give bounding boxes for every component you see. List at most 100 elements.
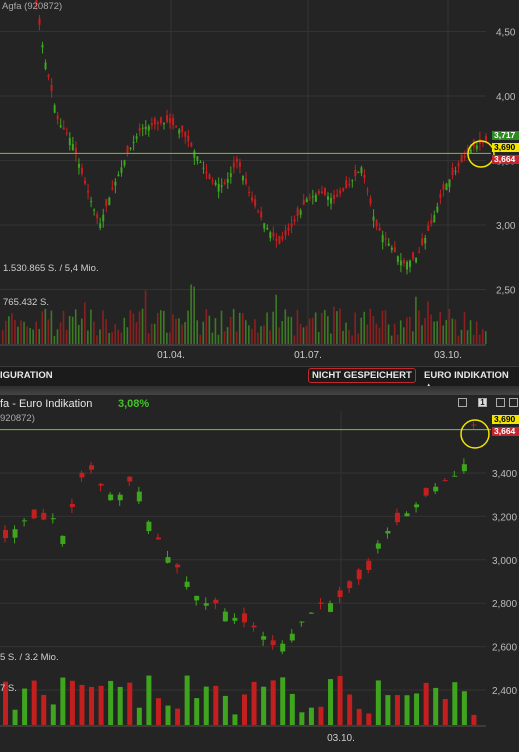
bottom-candle-body bbox=[41, 512, 47, 520]
pane-splitter[interactable] bbox=[0, 386, 519, 395]
top-volume-bar bbox=[159, 310, 162, 344]
bottom-volume-bar bbox=[261, 686, 267, 725]
top-candle-body bbox=[372, 216, 375, 221]
bottom-candle-body bbox=[222, 611, 228, 622]
top-volume-bar bbox=[369, 308, 372, 344]
top-volume-bar bbox=[402, 327, 405, 344]
bottom-volume-bar bbox=[280, 677, 286, 725]
top-volume-bar bbox=[351, 335, 353, 344]
top-volume-bar bbox=[308, 318, 311, 344]
top-volume-bar bbox=[77, 324, 80, 344]
top-volume-bar bbox=[269, 330, 271, 344]
top-chart-panel[interactable]: 5,004,504,003,503,002,5001.04.01.07.03.1… bbox=[0, 0, 519, 366]
bottom-candle-body bbox=[452, 475, 458, 477]
top-candle-body bbox=[211, 180, 214, 182]
top-volume-bar bbox=[138, 311, 141, 344]
bottom-candle-body bbox=[423, 488, 429, 496]
top-candle-body bbox=[205, 171, 208, 174]
top-candle-body bbox=[311, 196, 314, 198]
bottom-candle-body bbox=[79, 472, 85, 478]
bottom-candle-body bbox=[146, 521, 152, 532]
top-candlestick-chart[interactable]: 5,004,504,003,503,002,5001.04.01.07.03.1… bbox=[0, 0, 519, 366]
top-volume-bar bbox=[363, 311, 366, 344]
top-volume-bar bbox=[32, 329, 34, 344]
top-candle-body bbox=[251, 197, 254, 201]
top-volume-bar bbox=[150, 323, 153, 344]
top-candle-body bbox=[108, 197, 111, 205]
close-icon[interactable] bbox=[509, 398, 518, 407]
top-volume-bar bbox=[260, 326, 262, 344]
top-candle-body bbox=[178, 129, 181, 134]
top-candle-body bbox=[424, 237, 427, 244]
top-candle-body bbox=[284, 230, 287, 236]
top-volume-bar bbox=[59, 322, 62, 344]
bottom-chart-panel[interactable]: 3,400 3,200 3,000 2,800 2,600 2,400 03.10. 920… bbox=[0, 411, 519, 752]
top-volume-bar bbox=[345, 322, 347, 344]
top-candle-body bbox=[320, 191, 323, 194]
bottom-volume-bar bbox=[136, 707, 142, 725]
top-candle-body bbox=[272, 232, 275, 237]
bottom-volume-bar bbox=[385, 695, 391, 725]
top-candle-body bbox=[71, 143, 74, 151]
top-volume-bar bbox=[235, 331, 238, 344]
top-candle-body bbox=[190, 142, 193, 147]
bottom-y-tick-label: 2,400 bbox=[492, 686, 517, 697]
bottom-candle-body bbox=[60, 535, 66, 545]
top-highlight-circle bbox=[467, 140, 495, 168]
window-number-button[interactable]: 1 bbox=[478, 398, 487, 407]
top-candle-body bbox=[293, 219, 296, 222]
minimize-icon[interactable] bbox=[458, 398, 467, 407]
bottom-candle-body bbox=[165, 557, 171, 563]
top-candle-body bbox=[147, 126, 150, 131]
top-candle-body bbox=[235, 158, 238, 162]
top-candle-body bbox=[217, 183, 220, 192]
top-candle-body bbox=[111, 187, 114, 190]
top-candle-body bbox=[308, 197, 311, 199]
top-candle-body bbox=[445, 183, 448, 191]
top-volume-bar bbox=[281, 321, 284, 344]
top-candle-body bbox=[99, 223, 102, 228]
bottom-change-percent: 3,08% bbox=[118, 398, 150, 410]
bottom-candlestick-chart[interactable]: 3,400 3,200 3,000 2,800 2,600 2,400 03.10. bbox=[0, 411, 519, 752]
top-volume-bar bbox=[84, 302, 86, 344]
top-volume-bar bbox=[357, 333, 359, 344]
top-volume-bar bbox=[147, 333, 150, 344]
bottom-volume-bar bbox=[299, 712, 305, 725]
top-volume-bar bbox=[478, 334, 481, 344]
bottom-candle-body bbox=[69, 503, 75, 508]
bottom-volume-bar bbox=[471, 714, 477, 725]
top-volume-bar bbox=[2, 330, 4, 344]
top-volume-bar bbox=[257, 332, 259, 344]
top-price-label-last: 3,690 bbox=[492, 143, 519, 152]
top-volume-bar bbox=[126, 327, 129, 344]
configuration-menu[interactable]: IGURATION bbox=[0, 370, 53, 381]
top-candle-body bbox=[169, 118, 172, 123]
top-candle-body bbox=[275, 238, 278, 241]
maximize-icon[interactable] bbox=[496, 398, 505, 407]
bottom-candle-body bbox=[98, 483, 104, 486]
top-volume-bar bbox=[399, 320, 402, 344]
top-volume-bar bbox=[342, 330, 344, 344]
bottom-candle-body bbox=[31, 509, 37, 519]
top-volume-bar bbox=[448, 308, 451, 344]
bottom-volume-bar bbox=[394, 695, 400, 725]
top-volume-bar bbox=[166, 332, 168, 344]
top-volume-bar bbox=[156, 312, 159, 344]
top-candle-body bbox=[196, 156, 199, 161]
top-candle-body bbox=[77, 163, 80, 168]
top-volume-bar bbox=[29, 328, 31, 344]
bottom-candle-body bbox=[433, 486, 439, 492]
top-candle-body bbox=[96, 214, 99, 219]
top-candle-body bbox=[342, 188, 345, 191]
top-volume-bar bbox=[375, 323, 378, 344]
top-volume-bar bbox=[336, 311, 338, 344]
top-volume-bar bbox=[190, 284, 192, 344]
not-saved-button[interactable]: NICHT GESPEICHERT bbox=[308, 368, 416, 383]
top-volume-bar bbox=[232, 308, 235, 344]
top-candle-body bbox=[87, 190, 90, 193]
top-candle-body bbox=[175, 125, 178, 128]
top-candle-body bbox=[80, 167, 83, 174]
top-candle-body bbox=[123, 160, 126, 166]
bottom-volume-bar bbox=[184, 675, 190, 725]
top-candle-body bbox=[415, 257, 418, 263]
